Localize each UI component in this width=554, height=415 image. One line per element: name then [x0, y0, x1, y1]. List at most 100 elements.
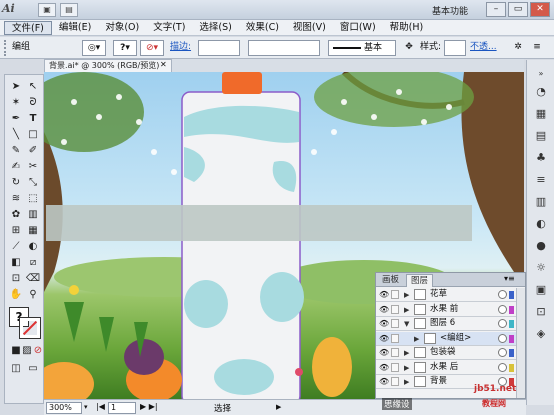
expand-triangle-icon[interactable]: ▼ [404, 318, 409, 331]
menu-view[interactable]: 视图(V) [286, 21, 333, 35]
lasso-tool-icon[interactable]: ᘐ [25, 95, 41, 111]
layers-scrollbar[interactable] [516, 288, 525, 398]
target-icon[interactable] [498, 290, 507, 299]
fill-swatch[interactable]: ◎▾ [82, 40, 106, 56]
target-icon[interactable] [498, 362, 507, 372]
close-tab-icon[interactable]: ✕ [160, 60, 167, 69]
mesh-tool-icon[interactable]: ⊞ [8, 223, 24, 239]
first-artboard-icon[interactable]: |◀ [96, 402, 105, 411]
expand-triangle-icon[interactable]: ▶ [404, 376, 409, 389]
direct-selection-tool-icon[interactable]: ↖ [25, 79, 41, 95]
eraser-tool-icon[interactable]: ⌫ [25, 271, 41, 287]
artboard-number-field[interactable]: 1 [108, 402, 136, 414]
lock-toggle[interactable] [391, 304, 399, 314]
free-transform-icon[interactable]: ⬚ [25, 191, 41, 207]
document-tab[interactable]: 背景.ai* @ 300% (RGB/预览) [44, 59, 172, 72]
swatches-icon[interactable]: ▤ [532, 128, 550, 144]
eye-icon[interactable]: 👁 [379, 305, 389, 314]
transparency-icon[interactable]: ● [532, 238, 550, 254]
lock-toggle[interactable] [391, 377, 399, 386]
lock-toggle[interactable] [391, 348, 399, 357]
graphic-styles-icon[interactable]: ▣ [532, 282, 550, 298]
workspace-switcher[interactable]: 基本功能 [432, 4, 492, 17]
hand-tool-icon[interactable]: ✋ [8, 287, 24, 303]
variable-width-select[interactable] [248, 40, 320, 56]
eye-icon[interactable]: 👁 [379, 334, 389, 343]
rotate-tool-icon[interactable]: ↻ [8, 175, 24, 191]
pencil-tool-icon[interactable]: ✐ [25, 143, 41, 159]
close-button[interactable]: ✕ [530, 2, 550, 17]
chevron-down-icon[interactable]: ▾ [84, 403, 88, 411]
minimize-button[interactable]: – [486, 2, 506, 17]
bridge-icon[interactable]: ▣ [38, 3, 56, 17]
magic-wand-icon[interactable]: ✶ [8, 95, 24, 111]
menu-edit[interactable]: 编辑(E) [52, 21, 98, 35]
layers-icon[interactable]: ◈ [532, 326, 550, 342]
stroke-swatch[interactable]: ⊘▾ [140, 40, 164, 56]
scale-tool-icon[interactable]: ⤡ [25, 175, 41, 191]
layer-row[interactable]: 👁 ▶ <编组> [376, 331, 516, 346]
symbol-sprayer-icon[interactable]: ✿ [8, 207, 24, 223]
zoom-field[interactable]: 300% [46, 402, 82, 414]
blob-brush-icon[interactable]: ✍ [8, 159, 24, 175]
panel-menu-icon[interactable]: ≡ [530, 40, 544, 56]
lock-toggle[interactable] [391, 362, 399, 372]
stroke-weight-field[interactable] [198, 40, 240, 56]
rectangle-tool-icon[interactable]: □ [25, 127, 41, 143]
move-icon[interactable]: ✥ [402, 40, 416, 56]
target-icon[interactable] [498, 304, 507, 314]
tab-artboards[interactable]: 画板 [378, 274, 403, 287]
opacity-link[interactable]: 不透... [470, 40, 502, 56]
expand-triangle-icon[interactable]: ▶ [404, 304, 409, 317]
blend-tool-icon[interactable]: ◐ [25, 239, 41, 255]
line-tool-icon[interactable]: ╲ [8, 127, 24, 143]
target-icon[interactable] [498, 333, 507, 343]
grip-handle[interactable] [4, 40, 8, 56]
lock-toggle[interactable] [391, 290, 399, 299]
eye-icon[interactable]: 👁 [379, 377, 389, 386]
menu-window[interactable]: 窗口(W) [333, 21, 383, 35]
type-tool-icon[interactable]: T [25, 111, 41, 127]
live-paint-icon[interactable]: ◧ [8, 255, 24, 271]
layer-row[interactable]: 👁 ▶ 水果 后 [376, 361, 516, 375]
expand-triangle-icon[interactable]: ▶ [404, 362, 409, 375]
target-icon[interactable] [498, 348, 507, 357]
layer-row[interactable]: 👁 ▶ 包装袋 [376, 346, 516, 360]
gradient-tool-icon[interactable]: ▦ [25, 223, 41, 239]
scissors-tool-icon[interactable]: ✂ [25, 159, 41, 175]
layer-row[interactable]: 👁 ▶ 水果 前 [376, 303, 516, 317]
panel-menu-icon[interactable]: ▾≡ [504, 274, 515, 283]
symbols-icon[interactable]: ≡ [532, 172, 550, 188]
warp-tool-icon[interactable]: ≋ [8, 191, 24, 207]
slice-tool-icon[interactable]: ⧄ [25, 255, 41, 271]
eye-icon[interactable]: 👁 [379, 363, 389, 372]
expand-triangle-icon[interactable]: ▶ [414, 333, 419, 346]
brush-definition-select[interactable]: 基本 [328, 40, 396, 56]
eye-icon[interactable]: 👁 [379, 290, 389, 299]
eye-icon[interactable]: 👁 [379, 319, 389, 328]
fill-color-picker[interactable]: ?▾ [113, 40, 137, 56]
tab-layers[interactable]: 图层 [406, 274, 434, 287]
layer-row[interactable]: 👁 ▶ 花草 [376, 288, 516, 302]
menu-select[interactable]: 选择(S) [192, 21, 238, 35]
status-menu-icon[interactable]: ▶ [276, 403, 281, 411]
layer-row[interactable]: 👁 ▼ 图层 6 [376, 317, 516, 331]
graphic-style-picker[interactable] [444, 40, 466, 56]
stroke-color-box[interactable] [19, 317, 41, 339]
restore-button[interactable]: ▭ [508, 2, 528, 17]
lock-toggle[interactable] [391, 333, 399, 343]
appearance-icon[interactable]: ☼ [532, 260, 550, 276]
expand-triangle-icon[interactable]: ▶ [404, 289, 409, 302]
artboards-icon[interactable]: ⊡ [532, 304, 550, 320]
menu-effect[interactable]: 效果(C) [239, 21, 286, 35]
eye-icon[interactable]: 👁 [379, 348, 389, 357]
lock-toggle[interactable] [391, 319, 399, 328]
menu-help[interactable]: 帮助(H) [383, 21, 431, 35]
stroke-panel-icon[interactable]: ▥ [532, 194, 550, 210]
draw-mode-icon[interactable]: ◫ [8, 361, 24, 377]
expand-triangle-icon[interactable]: ▶ [404, 347, 409, 360]
zoom-tool-icon[interactable]: ⚲ [25, 287, 41, 303]
eyedropper-icon[interactable]: ⟋ [8, 239, 24, 255]
pen-tool-icon[interactable]: ✒ [8, 111, 24, 127]
target-icon[interactable] [498, 319, 507, 328]
